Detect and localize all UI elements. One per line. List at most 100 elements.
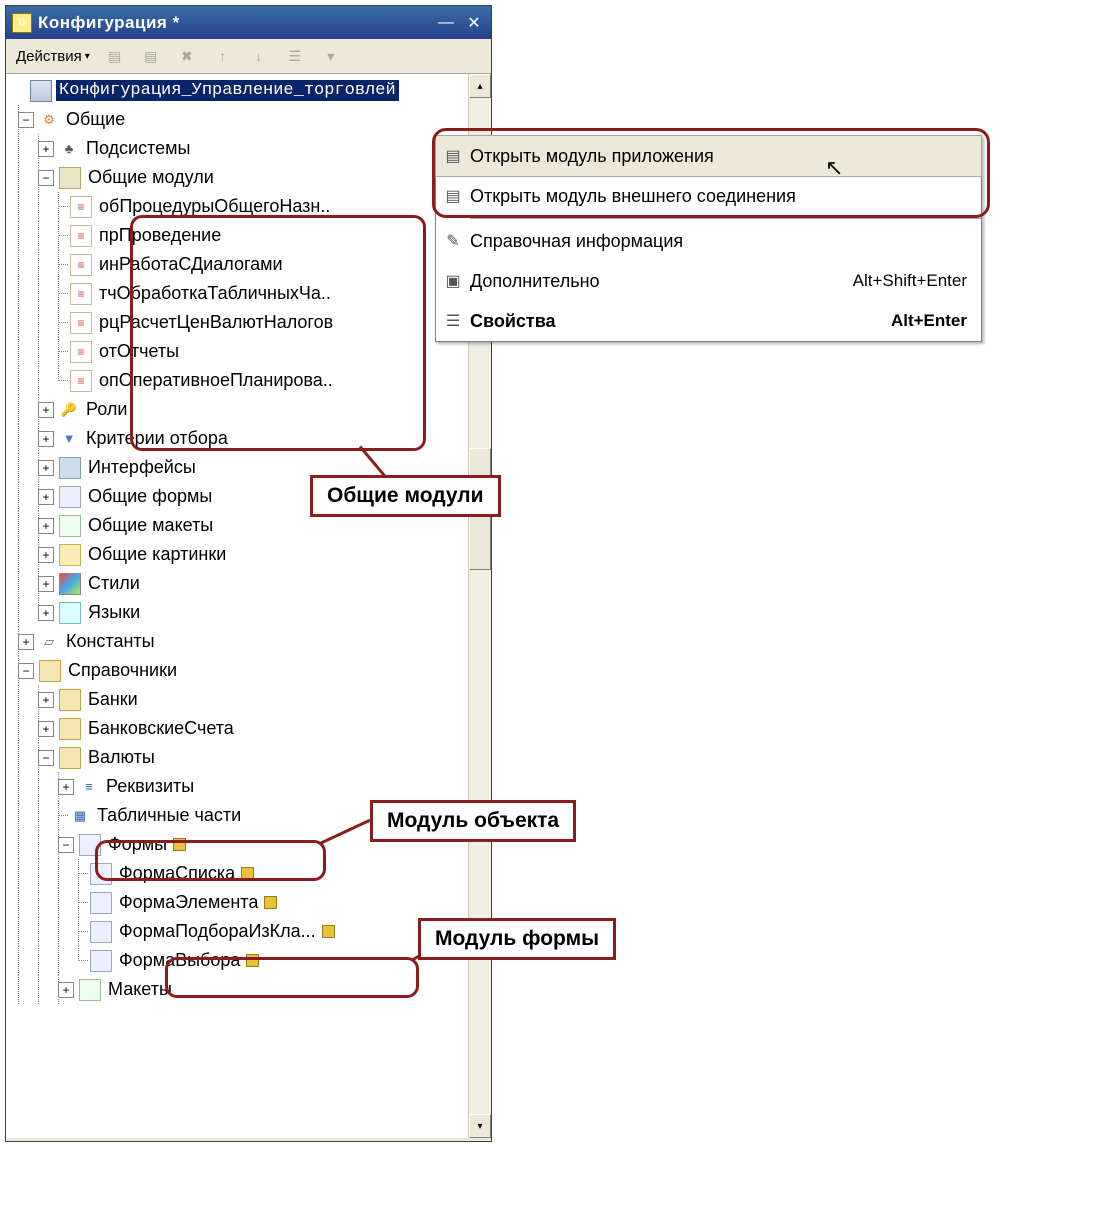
additional-icon: ▣ — [436, 271, 470, 291]
tree-form-1[interactable]: ФормаСписка — [8, 859, 468, 888]
menu-help-info[interactable]: ✎ Справочная информация — [436, 221, 981, 261]
tree-styles[interactable]: +Стили — [8, 569, 468, 598]
tree-root[interactable]: Конфигурация_Управление_торговлей — [8, 76, 468, 105]
titlebar[interactable]: ⧉ Конфигурация * — ✕ — [6, 6, 491, 39]
canvas: ⧉ Конфигурация * — ✕ Действия▾ ▤ ▤ ✖ ↑ ↓… — [0, 0, 1116, 1216]
window-icon: ⧉ — [12, 13, 32, 33]
style-icon — [59, 573, 81, 595]
tag-common-modules: Общие модули — [310, 475, 501, 517]
module-icon — [70, 283, 92, 305]
tree-catalogs[interactable]: −Справочники — [8, 656, 468, 685]
tree-languages[interactable]: +Языки — [8, 598, 468, 627]
toolbar-btn-down[interactable]: ↓ — [242, 43, 276, 69]
folder-icon — [59, 747, 81, 769]
add-icon: ▤ — [104, 45, 126, 67]
tree-common-modules[interactable]: − Общие модули — [8, 163, 468, 192]
language-icon — [59, 602, 81, 624]
module-icon — [70, 312, 92, 334]
tree-bank-accounts[interactable]: +БанковскиеСчета — [8, 714, 468, 743]
arrow-down-icon: ↓ — [248, 45, 270, 67]
add2-icon: ▤ — [140, 45, 162, 67]
toolbar-btn-2[interactable]: ▤ — [134, 43, 168, 69]
window-title: Конфигурация * — [38, 13, 429, 33]
tree-mod-6[interactable]: отОтчеты — [8, 337, 468, 366]
tree-constants[interactable]: +▱Константы — [8, 627, 468, 656]
funnel-icon: ▾ — [320, 45, 342, 67]
config-window: ⧉ Конфигурация * — ✕ Действия▾ ▤ ▤ ✖ ↑ ↓… — [5, 5, 492, 1142]
catalog-icon — [39, 660, 61, 682]
form-icon — [90, 950, 112, 972]
tag-form-module: Модуль формы — [418, 918, 616, 960]
module-icon: ▤ — [436, 146, 470, 166]
tabular-icon: ▦ — [70, 806, 90, 826]
cube-icon — [173, 838, 186, 851]
toolbar-btn-sort[interactable]: ☰ — [278, 43, 312, 69]
module-icon — [70, 341, 92, 363]
form-icon — [90, 863, 112, 885]
tree-root-label: Конфигурация_Управление_торговлей — [56, 80, 399, 101]
scroll-down-button[interactable]: ▾ — [469, 1114, 491, 1138]
properties-icon: ☰ — [436, 311, 470, 331]
arrow-up-icon: ↑ — [212, 45, 234, 67]
package-icon — [59, 167, 81, 189]
tree-mod-1[interactable]: обПроцедурыОбщегоНазн.. — [8, 192, 468, 221]
module-icon — [70, 196, 92, 218]
module-icon — [70, 225, 92, 247]
sort-icon: ☰ — [284, 45, 306, 67]
folder-icon — [59, 718, 81, 740]
tree-common-pictures[interactable]: +Общие картинки — [8, 540, 468, 569]
picture-icon — [59, 544, 81, 566]
tree-attributes[interactable]: +≡Реквизиты — [8, 772, 468, 801]
close-button[interactable]: ✕ — [463, 12, 485, 34]
toolbar: Действия▾ ▤ ▤ ✖ ↑ ↓ ☰ ▾ — [6, 39, 491, 74]
menu-open-app-module[interactable]: ▤ Открыть модуль приложения — [435, 135, 982, 177]
forms-icon — [79, 834, 101, 856]
interface-icon — [59, 457, 81, 479]
cube-icon — [241, 867, 254, 880]
puzzle-icon: ⚙ — [39, 110, 59, 130]
tree-mod-2[interactable]: прПроведение — [8, 221, 468, 250]
tree-criteria[interactable]: +▼Критерии отбора — [8, 424, 468, 453]
template-icon — [59, 515, 81, 537]
tree-icon: ♣ — [59, 139, 79, 159]
minimize-button[interactable]: — — [435, 12, 457, 34]
context-menu: ▤ Открыть модуль приложения ▤ Открыть мо… — [435, 135, 982, 342]
cube-icon — [322, 925, 335, 938]
toolbar-btn-filter[interactable]: ▾ — [314, 43, 348, 69]
toolbar-btn-up[interactable]: ↑ — [206, 43, 240, 69]
tree-currencies[interactable]: −Валюты — [8, 743, 468, 772]
tree-mod-5[interactable]: рцРасчетЦенВалютНалогов — [8, 308, 468, 337]
tree-banks[interactable]: +Банки — [8, 685, 468, 714]
tree-mod-3[interactable]: инРаботаСДиалогами — [8, 250, 468, 279]
config-tree[interactable]: Конфигурация_Управление_торговлей − ⚙ Об… — [6, 74, 468, 1138]
tree-form-3[interactable]: ФормаПодбораИзКла... — [8, 917, 468, 946]
config-icon — [30, 80, 52, 102]
cube-icon — [246, 954, 259, 967]
tree-templates[interactable]: +Макеты — [8, 975, 468, 1004]
delete-icon: ✖ — [176, 45, 198, 67]
tree-mod-4[interactable]: тчОбработкаТабличныхЧа.. — [8, 279, 468, 308]
expander[interactable]: − — [18, 112, 34, 128]
tag-object-module: Модуль объекта — [370, 800, 576, 842]
menu-open-ext-module[interactable]: ▤ Открыть модуль внешнего соединения — [436, 176, 981, 216]
actions-menu[interactable]: Действия▾ — [10, 43, 96, 69]
toolbar-btn-3[interactable]: ✖ — [170, 43, 204, 69]
menu-additional[interactable]: ▣ Дополнительно Alt+Shift+Enter — [436, 261, 981, 301]
funnel-icon: ▼ — [59, 429, 79, 449]
form-icon — [90, 921, 112, 943]
menu-properties[interactable]: ☰ Свойства Alt+Enter — [436, 301, 981, 341]
constant-icon: ▱ — [39, 632, 59, 652]
template-icon — [79, 979, 101, 1001]
tree-roles[interactable]: +🔑Роли — [8, 395, 468, 424]
toolbar-btn-1[interactable]: ▤ — [98, 43, 132, 69]
menu-separator — [470, 218, 981, 219]
scroll-up-button[interactable]: ▴ — [469, 74, 491, 98]
module-icon — [70, 254, 92, 276]
tree-form-2[interactable]: ФормаЭлемента — [8, 888, 468, 917]
tree-common[interactable]: − ⚙ Общие — [8, 105, 468, 134]
folder-icon — [59, 689, 81, 711]
tree-mod-7[interactable]: опОперативноеПланирова.. — [8, 366, 468, 395]
form-icon — [59, 486, 81, 508]
tree-subsystems[interactable]: + ♣ Подсистемы — [8, 134, 468, 163]
tree-form-4[interactable]: ФормаВыбора — [8, 946, 468, 975]
